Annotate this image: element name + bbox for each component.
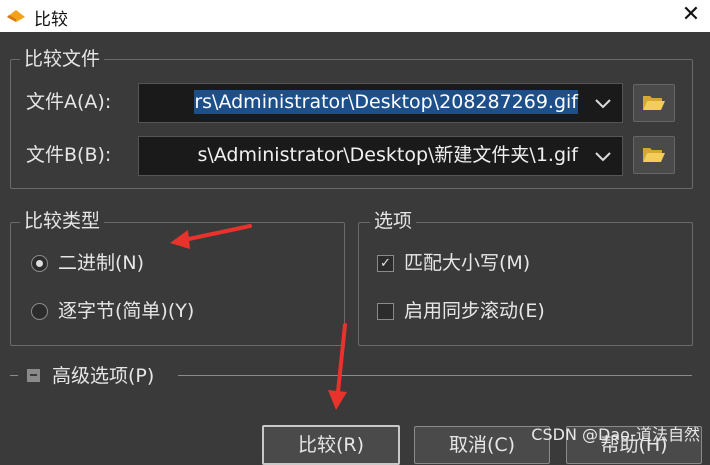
annotation-arrow-to-compare [328, 323, 347, 410]
watermark: CSDN @Dao-道法自然 [531, 425, 700, 444]
annotation-arrow-to-binary [170, 224, 252, 249]
annotation-arrows [170, 224, 347, 410]
